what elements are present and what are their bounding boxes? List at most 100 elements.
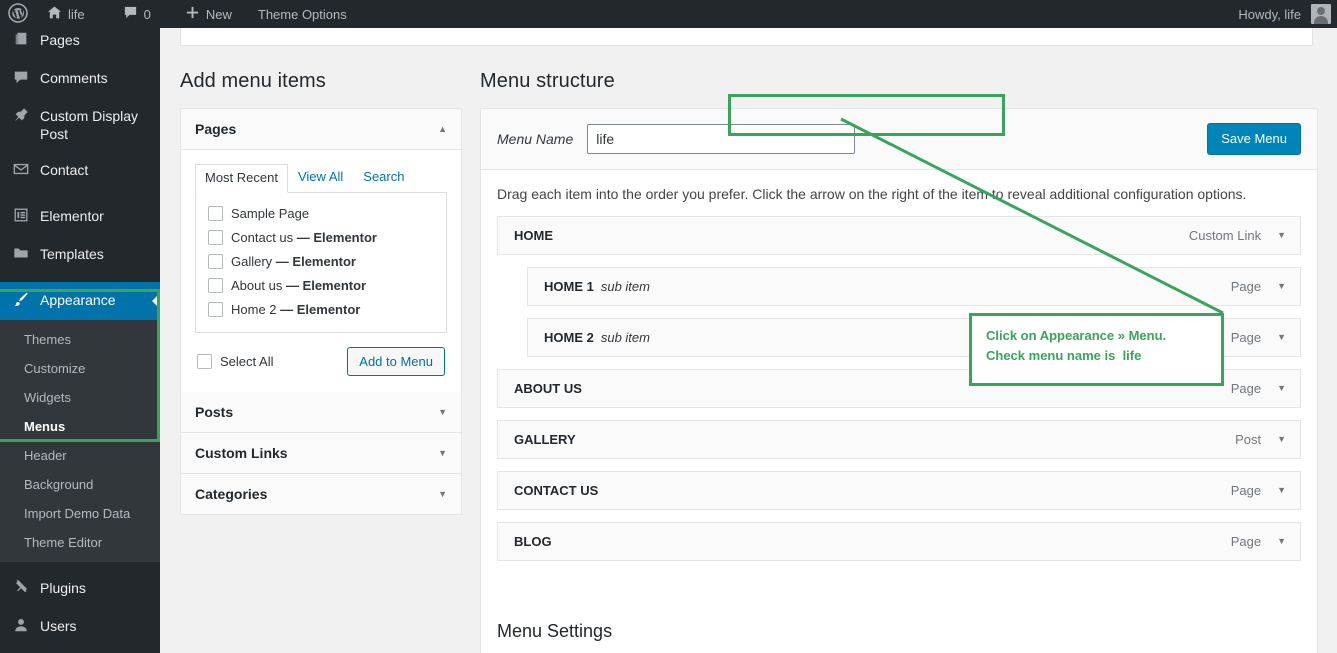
sidebar-item-header[interactable]: Header (0, 441, 160, 470)
menu-item-type: Page (1230, 381, 1262, 396)
sidebar-item-themes[interactable]: Themes (0, 325, 160, 354)
list-item[interactable]: Contact us — Elementor (206, 226, 436, 250)
sidebar-item-comments[interactable]: Comments (0, 60, 160, 98)
save-menu-button[interactable]: Save Menu (1207, 123, 1301, 155)
chevron-down-icon[interactable]: ▼ (1277, 537, 1286, 546)
sidebar-item-appearance[interactable]: Appearance (0, 282, 160, 320)
sidebar-item-label: Templates (40, 246, 104, 262)
menu-name-input[interactable] (587, 124, 856, 154)
menu-item-type: Page (1230, 483, 1262, 498)
sidebar-item-plugins[interactable]: Plugins (0, 570, 160, 608)
sidebar-item-users[interactable]: Users (0, 608, 160, 646)
sidebar-item-menus[interactable]: Menus (0, 412, 160, 441)
sidebar-item-label: Custom Display Post (40, 108, 139, 142)
sidebar-separator (0, 274, 160, 282)
table-row[interactable]: GALLERY Post ▼ (497, 420, 1301, 459)
list-item[interactable]: Sample Page (206, 202, 436, 226)
table-row[interactable]: CONTACT US Page ▼ (497, 471, 1301, 510)
sidebar-item-tools[interactable]: Tools (0, 646, 160, 653)
menu-item-meta: Post ▼ (1235, 432, 1286, 447)
sidebar-item-customize[interactable]: Customize (0, 354, 160, 383)
select-all-label: Select All (220, 354, 274, 369)
chevron-down-icon[interactable]: ▼ (1277, 231, 1286, 240)
home-icon (47, 5, 62, 23)
new-content-button[interactable]: New (176, 0, 241, 28)
pages-icon (11, 31, 31, 51)
pages-tabs: Most Recent View All Search (195, 163, 447, 193)
chevron-down-icon[interactable]: ▼ (1277, 333, 1286, 342)
chevron-up-icon[interactable]: ▲ (438, 124, 447, 134)
page-checkbox[interactable] (208, 278, 223, 293)
menu-structure-title: Menu structure (480, 70, 615, 92)
posts-accordion-header[interactable]: Posts ▼ (181, 392, 461, 433)
sidebar-item-contact[interactable]: Contact (0, 152, 160, 190)
menu-settings-title: Menu Settings (497, 621, 613, 641)
sidebar-item-label: Contact (40, 162, 89, 178)
sidebar-item-import-demo-data[interactable]: Import Demo Data (0, 499, 160, 528)
table-row[interactable]: HOME 1 sub item Page ▼ (527, 267, 1301, 306)
list-item[interactable]: Home 2 — Elementor (206, 298, 436, 322)
pages-accordion-footer: Select All Add to Menu (195, 333, 447, 376)
menu-item-meta: Custom Link ▼ (1189, 228, 1286, 243)
chevron-down-icon[interactable]: ▼ (438, 407, 447, 417)
comment-bubble-icon (123, 5, 138, 23)
menu-item-title: CONTACT US (514, 483, 599, 498)
folder-icon (11, 245, 31, 265)
site-name-label: life (68, 6, 85, 22)
menu-help-text: Drag each item into the order you prefer… (497, 186, 1247, 202)
page-checkbox[interactable] (208, 254, 223, 269)
user-icon (11, 617, 31, 637)
sidebar-item-custom-display-post[interactable]: Custom Display Post (0, 98, 160, 152)
table-row[interactable]: HOME Custom Link ▼ (497, 216, 1301, 255)
plus-icon (185, 5, 200, 23)
annotation-line-1: Click on Appearance » Menu. (986, 328, 1167, 343)
add-to-menu-button[interactable]: Add to Menu (347, 347, 445, 376)
custom-links-accordion-header[interactable]: Custom Links ▼ (181, 433, 461, 474)
sidebar-item-label: Elementor (40, 208, 104, 224)
account-menu[interactable]: Howdy, life (1238, 0, 1337, 28)
brush-icon (11, 291, 31, 311)
site-name-button[interactable]: life (38, 0, 94, 28)
menu-item-title: GALLERY (514, 432, 576, 447)
categories-accordion-header[interactable]: Categories ▼ (181, 474, 461, 514)
page-checkbox[interactable] (208, 302, 223, 317)
menu-item-meta: Page ▼ (1231, 330, 1286, 345)
sidebar-item-widgets[interactable]: Widgets (0, 383, 160, 412)
menu-item-meta: Page ▼ (1231, 279, 1286, 294)
menu-item-title: HOME 2 sub item (544, 330, 650, 345)
sidebar-item-background[interactable]: Background (0, 470, 160, 499)
sidebar-item-theme-editor[interactable]: Theme Editor (0, 528, 160, 557)
menu-item-meta: Page ▼ (1231, 534, 1286, 549)
theme-options-button[interactable]: Theme Options (249, 0, 356, 28)
table-row[interactable]: BLOG Page ▼ (497, 522, 1301, 561)
chevron-down-icon[interactable]: ▼ (1277, 435, 1286, 444)
pages-accordion-title: Pages (195, 121, 237, 137)
tab-most-recent[interactable]: Most Recent (195, 164, 288, 193)
pages-accordion-header[interactable]: Pages ▲ (181, 109, 461, 150)
chevron-down-icon[interactable]: ▼ (1277, 384, 1286, 393)
page-checkbox[interactable] (208, 206, 223, 221)
tab-search[interactable]: Search (353, 163, 414, 192)
sidebar-item-elementor[interactable]: Elementor (0, 198, 160, 236)
menu-item-type: Page (1230, 534, 1262, 549)
select-all-checkbox[interactable] (197, 354, 212, 369)
page-label: Contact us — Elementor (231, 230, 377, 245)
chevron-down-icon[interactable]: ▼ (438, 448, 447, 458)
wordpress-logo-button[interactable] (0, 0, 38, 28)
page-checkbox[interactable] (208, 230, 223, 245)
menu-item-type: Post (1235, 432, 1262, 447)
select-all-row[interactable]: Select All (197, 353, 273, 370)
chevron-down-icon[interactable]: ▼ (438, 489, 447, 499)
list-item[interactable]: About us — Elementor (206, 274, 436, 298)
comments-button[interactable]: 0 (114, 0, 160, 28)
menu-item-meta: Page ▼ (1231, 381, 1286, 396)
chevron-down-icon[interactable]: ▼ (1277, 486, 1286, 495)
list-item[interactable]: Gallery — Elementor (206, 250, 436, 274)
tab-view-all[interactable]: View All (288, 163, 353, 192)
pages-tab-panel: Sample Page Contact us — Elementor Galle… (195, 192, 447, 333)
sidebar-item-templates[interactable]: Templates (0, 236, 160, 274)
appearance-submenu: Themes Customize Widgets Menus Header Ba… (0, 320, 160, 562)
pages-accordion: Pages ▲ Most Recent View All Search Samp… (180, 108, 462, 515)
sidebar-item-label: Pages (40, 32, 80, 48)
chevron-down-icon[interactable]: ▼ (1277, 282, 1286, 291)
